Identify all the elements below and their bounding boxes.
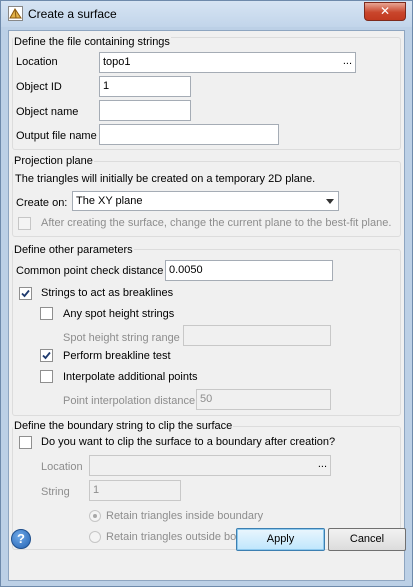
create-on-label: Create on:: [16, 197, 68, 209]
checkmark-icon: [42, 351, 51, 360]
object-id-label: Object ID: [16, 81, 62, 93]
spot-height-label: Any spot height strings: [63, 308, 175, 320]
object-id-value: 1: [103, 80, 110, 92]
boundary-string-value: 1: [93, 484, 100, 496]
spot-range-label: Spot height string range: [63, 332, 180, 344]
retain-outside-radio[interactable]: [89, 531, 101, 543]
close-icon: ✕: [379, 4, 391, 18]
common-point-input[interactable]: 0.0050: [165, 260, 333, 281]
retain-inside-radio[interactable]: [89, 510, 101, 522]
object-name-input[interactable]: [99, 100, 191, 121]
breakline-test-checkbox[interactable]: [40, 349, 53, 362]
spot-height-checkbox[interactable]: [40, 307, 53, 320]
output-file-label: Output file name: [16, 130, 97, 142]
checkmark-icon: [21, 289, 30, 298]
interpolate-label: Interpolate additional points: [63, 371, 198, 383]
app-icon: [8, 6, 23, 21]
boundary-location-input[interactable]: ...: [89, 455, 331, 476]
help-icon: ?: [17, 531, 25, 546]
apply-button[interactable]: Apply: [236, 528, 325, 551]
boundary-string-input[interactable]: 1: [89, 480, 181, 501]
interp-distance-input[interactable]: 50: [196, 389, 331, 410]
object-name-label: Object name: [16, 106, 79, 118]
chevron-down-icon: [326, 199, 334, 204]
breakline-test-label: Perform breakline test: [63, 350, 171, 362]
best-fit-label: After creating the surface, change the c…: [41, 217, 392, 229]
cancel-button[interactable]: Cancel: [328, 528, 406, 551]
projection-group-title: Projection plane: [13, 155, 94, 167]
clip-checkbox[interactable]: [19, 436, 32, 449]
location-value: topo1: [103, 56, 131, 68]
spot-range-input[interactable]: [183, 325, 331, 346]
location-browse-button[interactable]: ...: [343, 55, 352, 67]
title-bar[interactable]: Create a surface ✕: [1, 1, 412, 27]
location-label: Location: [16, 56, 58, 68]
best-fit-checkbox[interactable]: [18, 217, 31, 230]
interpolate-checkbox[interactable]: [40, 370, 53, 383]
strings-group-title: Define the file containing strings: [13, 36, 171, 48]
boundary-string-label: String: [41, 486, 70, 498]
common-point-label: Common point check distance: [16, 265, 164, 277]
create-on-value: The XY plane: [76, 195, 143, 207]
interp-distance-value: 50: [200, 393, 213, 405]
close-button[interactable]: ✕: [364, 2, 406, 21]
radio-selected-dot: [93, 514, 97, 518]
help-button[interactable]: ?: [11, 529, 31, 549]
common-point-value: 0.0050: [169, 264, 203, 276]
parameters-group-title: Define other parameters: [13, 244, 134, 256]
location-input[interactable]: topo1 ...: [99, 52, 356, 73]
boundary-group-title: Define the boundary string to clip the s…: [13, 420, 234, 432]
dialog-window: Create a surface ✕ Define the file conta…: [0, 0, 413, 587]
retain-inside-label: Retain triangles inside boundary: [106, 510, 264, 522]
output-file-input[interactable]: [99, 124, 279, 145]
breaklines-checkbox[interactable]: [19, 287, 32, 300]
dialog-body: Define the file containing strings Locat…: [8, 30, 405, 581]
interp-distance-label: Point interpolation distance: [63, 395, 196, 407]
projection-info-text: The triangles will initially be created …: [15, 173, 316, 185]
object-id-input[interactable]: 1: [99, 76, 191, 97]
window-title: Create a surface: [28, 7, 117, 21]
breaklines-label: Strings to act as breaklines: [41, 287, 174, 299]
boundary-browse-button[interactable]: ...: [318, 458, 327, 470]
boundary-location-label: Location: [41, 461, 83, 473]
clip-label: Do you want to clip the surface to a bou…: [41, 436, 336, 448]
create-on-select[interactable]: The XY plane: [72, 191, 339, 211]
